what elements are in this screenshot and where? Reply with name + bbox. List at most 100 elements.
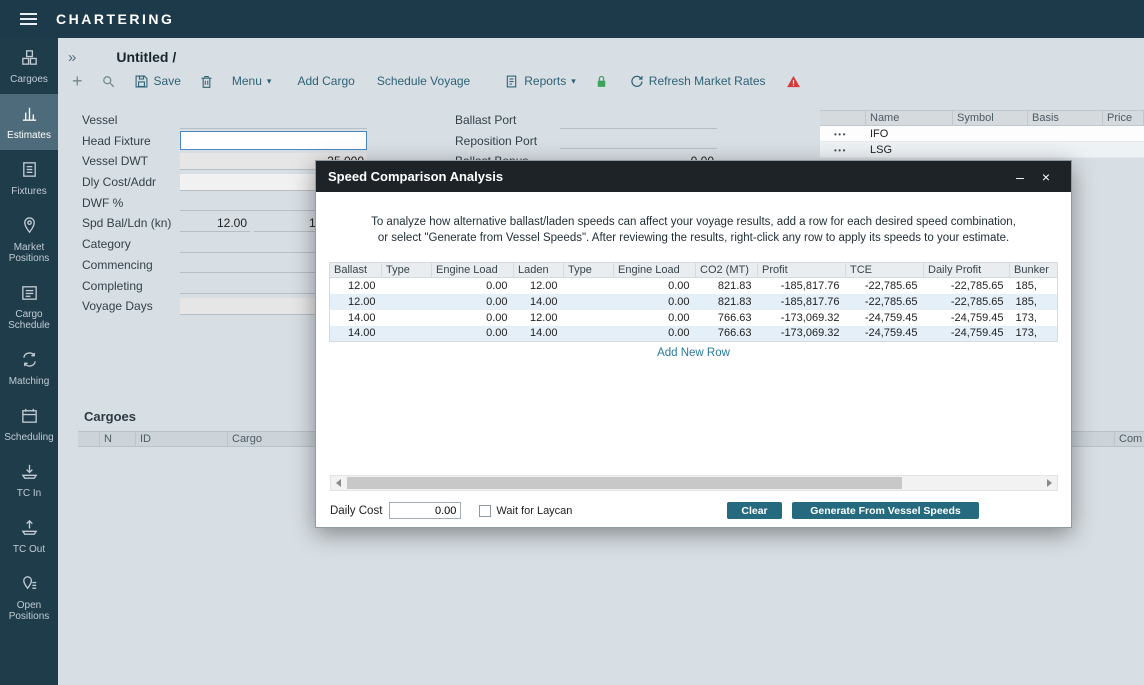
dialog-title: Speed Comparison Analysis (328, 169, 1007, 184)
sidebar-item-label: Estimates (7, 130, 51, 141)
speed-table-cell: 0.00 (432, 310, 514, 326)
speed-table-cell: 173, (1010, 310, 1058, 326)
column-header: CO2 (MT) (696, 263, 758, 278)
column-header: Type (564, 263, 614, 278)
daily-cost-label: Daily Cost (330, 505, 382, 517)
description-line-2: or select "Generate from Vessel Speeds".… (316, 231, 1071, 247)
expand-icon[interactable]: » (68, 51, 76, 65)
speed-table-cell: 0.00 (614, 278, 696, 294)
speed-comparison-dialog: Speed Comparison Analysis – × To analyze… (315, 160, 1072, 528)
column-header: Ballast (330, 263, 382, 278)
table-row[interactable]: ••• IFO (820, 126, 1144, 142)
refresh-market-rates-button[interactable]: Refresh Market Rates (629, 74, 766, 89)
speed-table-cell: 12.00 (514, 278, 564, 294)
report-icon (504, 74, 519, 89)
sidebar-item-market-positions[interactable]: Market Positions (0, 206, 58, 273)
menu-label: Menu (232, 74, 262, 88)
speed-ballast-input[interactable] (180, 215, 250, 232)
speed-table-row[interactable]: 12.000.0014.000.00821.83-185,817.76-22,7… (330, 294, 1058, 310)
refresh-label: Refresh Market Rates (649, 74, 766, 88)
delete-button[interactable] (199, 74, 214, 89)
speed-table-cell: 14.00 (330, 310, 382, 326)
sidebar-item-scheduling[interactable]: Scheduling (0, 396, 58, 452)
field-label: Ballast Port (455, 113, 560, 127)
speed-table-cell: -22,785.65 (924, 294, 1010, 310)
field-label: Spd Bal/Ldn (kn) (82, 216, 180, 230)
wait-for-laycan-checkbox[interactable] (479, 505, 491, 517)
field-label: Category (82, 237, 180, 251)
sidebar-item-label: Cargo Schedule (2, 309, 56, 331)
speed-table-cell (564, 278, 614, 294)
sidebar-item-open-positions[interactable]: Open Positions (0, 564, 58, 631)
save-icon (134, 74, 149, 89)
speed-table-cell (382, 294, 432, 310)
daily-cost-input[interactable] (389, 502, 461, 519)
speed-table-row[interactable]: 14.000.0014.000.00766.63-173,069.32-24,7… (330, 326, 1058, 342)
add-new-row-link[interactable]: Add New Row (316, 347, 1071, 359)
clear-button[interactable]: Clear (727, 502, 782, 519)
speed-table-cell: 0.00 (614, 310, 696, 326)
row-menu-button[interactable]: ••• (834, 146, 847, 155)
search-button[interactable] (101, 74, 116, 89)
sidebar-item-label: Market Positions (2, 242, 56, 264)
fuel-name: LSG (866, 144, 953, 156)
speed-table-cell: 14.00 (330, 326, 382, 342)
hamburger-menu-button[interactable] (0, 13, 56, 25)
toolbar: + Save Menu ▾ Add Cargo Schedule Voyage … (58, 65, 1144, 97)
field-label: Dly Cost/Addr (82, 175, 180, 189)
sidebar-item-tc-out[interactable]: TC Out (0, 508, 58, 564)
speed-table-row[interactable]: 12.000.0012.000.00821.83-185,817.76-22,7… (330, 278, 1058, 294)
open-positions-icon (20, 574, 39, 596)
column-header: TCE (846, 263, 924, 278)
reports-button[interactable]: Reports ▾ (504, 74, 576, 89)
sidebar-item-matching[interactable]: Matching (0, 340, 58, 396)
menu-button[interactable]: Menu ▾ (232, 74, 272, 88)
sidebar: Cargoes Estimates Fixtures Market Positi… (0, 38, 58, 685)
speed-table-cell: -185,817.76 (758, 278, 846, 294)
field-label: Head Fixture (82, 134, 180, 148)
row-menu-button[interactable]: ••• (834, 130, 847, 139)
column-header-symbol: Symbol (953, 111, 1028, 125)
save-button[interactable]: Save (134, 74, 181, 89)
column-header-basis: Basis (1028, 111, 1103, 125)
schedule-voyage-button[interactable]: Schedule Voyage (377, 74, 470, 88)
sidebar-item-fixtures[interactable]: Fixtures (0, 150, 58, 206)
sidebar-item-estimates[interactable]: Estimates (0, 94, 58, 150)
column-header: Daily Profit (924, 263, 1010, 278)
new-estimate-button[interactable]: + (72, 74, 83, 88)
sidebar-item-cargoes[interactable]: Cargoes (0, 38, 58, 94)
top-bar: CHARTERING (0, 0, 1144, 38)
scrollbar-thumb[interactable] (347, 477, 902, 489)
speed-table-cell: 185, (1010, 278, 1058, 294)
speed-table-row[interactable]: 14.000.0012.000.00766.63-173,069.32-24,7… (330, 310, 1058, 326)
generate-from-vessel-speeds-button[interactable]: Generate From Vessel Speeds (792, 502, 979, 519)
column-header: Engine Load (432, 263, 514, 278)
speed-table-cell (382, 278, 432, 294)
sidebar-item-label: TC Out (13, 544, 45, 555)
vessel-input[interactable] (180, 112, 367, 129)
speed-table-cell (564, 326, 614, 342)
scroll-left-arrow[interactable] (331, 476, 346, 490)
reposition-port-input[interactable] (560, 132, 717, 149)
lock-icon[interactable] (594, 74, 609, 89)
speed-table-cell: -22,785.65 (846, 294, 924, 310)
head-fixture-input[interactable] (180, 131, 367, 150)
scroll-right-arrow[interactable] (1042, 476, 1057, 490)
close-button[interactable]: × (1033, 169, 1059, 185)
warning-icon[interactable] (786, 74, 801, 89)
sidebar-item-cargo-schedule[interactable]: Cargo Schedule (0, 273, 58, 340)
page-title: Untitled / (116, 49, 176, 65)
sidebar-item-tc-in[interactable]: TC In (0, 452, 58, 508)
speed-table-cell: -24,759.45 (846, 310, 924, 326)
table-row[interactable]: ••• LSG (820, 142, 1144, 158)
schedule-voyage-label: Schedule Voyage (377, 74, 470, 88)
description-line-1: To analyze how alternative ballast/laden… (316, 215, 1071, 231)
refresh-icon (629, 74, 644, 89)
speed-table-cell: 821.83 (696, 278, 758, 294)
minimize-button[interactable]: – (1007, 169, 1033, 185)
ballast-port-input[interactable] (560, 112, 717, 129)
field-label: DWF % (82, 196, 180, 210)
wait-for-laycan-label: Wait for Laycan (496, 505, 572, 517)
add-cargo-button[interactable]: Add Cargo (297, 74, 354, 88)
horizontal-scrollbar[interactable] (330, 475, 1058, 491)
